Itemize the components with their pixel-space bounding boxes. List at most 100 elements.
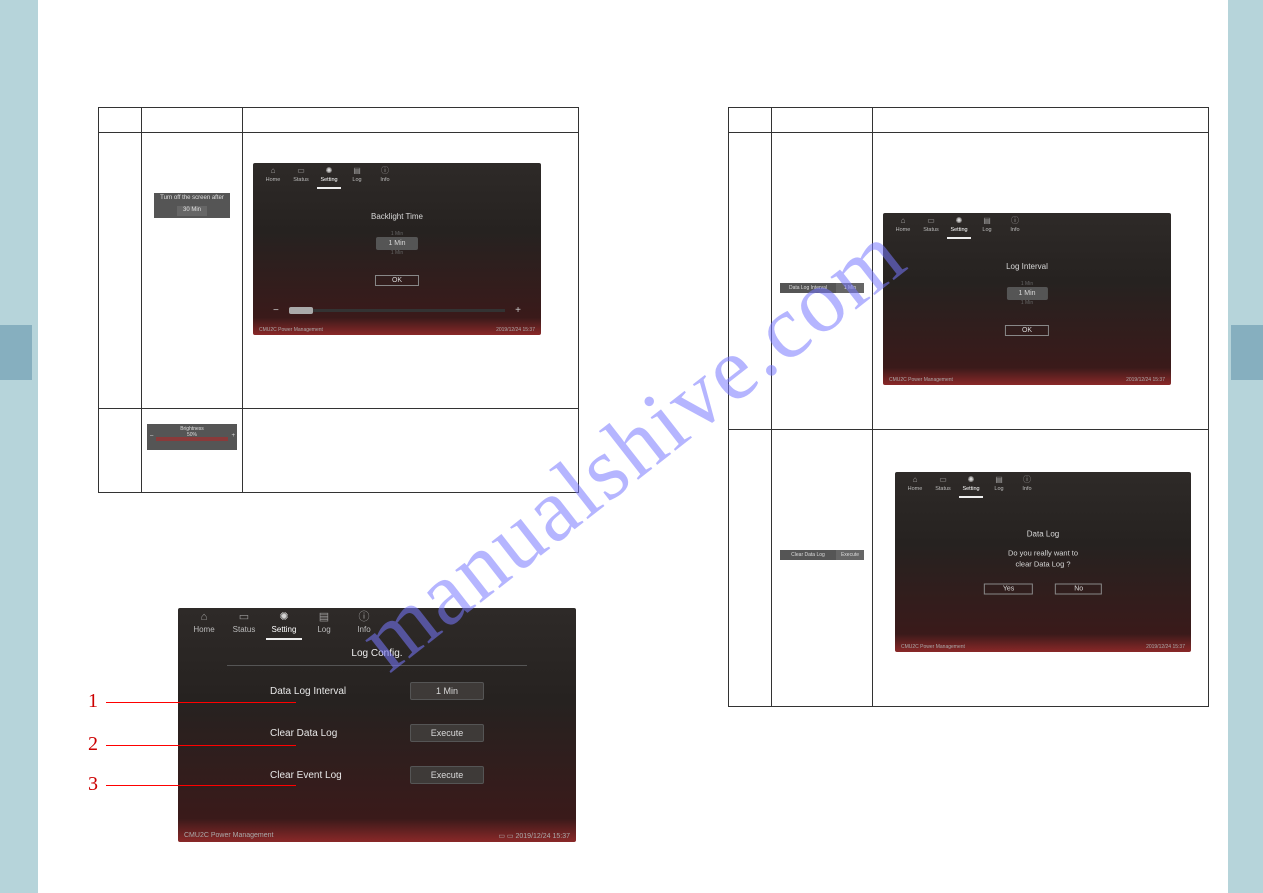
nav-status[interactable]: ▭Status [919,217,943,239]
footer-product: CMU2C Power Management [184,832,273,840]
row-clear-event-log: Clear Event Log Execute [178,766,576,784]
footer-datetime: 2019/12/24 15:37 [1126,377,1165,383]
panel-log-config: ⌂Home ▭Status ✺Setting ▤Log ⓘInfo Log Co… [178,608,576,842]
info-icon: ⓘ [1003,217,1027,225]
home-icon: ⌂ [261,167,285,175]
thumb-clear-data-log-label: Clear Data Log [780,550,836,560]
dialog-title: Backlight Time [371,212,423,221]
status-icon: ▭ [919,217,943,225]
dialog-msg-line2: clear Data Log ? [1015,559,1070,568]
gear-icon: ✺ [266,612,302,623]
plus-icon[interactable]: + [515,305,521,316]
picker-value[interactable]: 1 Min [1006,287,1047,300]
status-icon: ▭ [226,612,262,623]
dialog-msg-line1: Do you really want to [1008,549,1078,558]
thumb-brightness: Brightness 50% [147,424,237,450]
nav-home[interactable]: ⌂Home [903,476,927,498]
thumb-clear-data-log-value: Execute [836,550,864,560]
callout-1: 1 [88,690,98,713]
label-clear-event-log: Clear Event Log [270,770,390,781]
panel-log-interval: ⌂Home ▭Status ✺Setting ▤Log ⓘInfo Log In… [883,213,1171,385]
status-icon: ▭ [931,476,955,484]
thumb-backlight-label: Turn off the screen after [157,195,227,203]
thumb-brightness-slider: 50% [156,437,228,441]
home-icon: ⌂ [186,612,222,623]
minus-icon[interactable]: − [273,305,279,316]
footer-datetime: 2019/12/24 15:37 [1146,644,1185,650]
label-data-log-interval: Data Log Interval [270,686,390,697]
gear-icon: ✺ [947,217,971,225]
label-clear-data-log: Clear Data Log [270,728,390,739]
callout-line-2 [106,745,296,746]
footer-product: CMU2C Power Management [889,377,953,383]
dialog-title: Log Interval [1005,262,1049,271]
thumb-backlight-value: 30 Min [177,206,207,216]
execute-clear-data-log-button[interactable]: Execute [410,724,484,742]
nav-status[interactable]: ▭Status [226,612,262,640]
callout-3: 3 [88,773,98,796]
table-right: Data Log Interval 1 Min ⌂Home ▭Status ✺S… [728,107,1209,707]
nav-log[interactable]: ▤Log [306,612,342,640]
footer-datetime: 2019/12/24 15:37 [496,327,535,333]
nav-setting[interactable]: ✺Setting [947,217,971,239]
page-nav-next[interactable] [1231,325,1263,380]
yes-button[interactable]: Yes [984,584,1033,595]
page-nav-prev[interactable] [0,325,32,380]
ok-button[interactable]: OK [1005,325,1049,336]
nav-status[interactable]: ▭Status [931,476,955,498]
home-icon: ⌂ [903,476,927,484]
log-icon: ▤ [306,612,342,623]
panel-backlight-time: ⌂Home ▭Status ✺Setting ▤Log ⓘInfo Backli… [253,163,541,335]
callout-2: 2 [88,733,98,756]
nav-home[interactable]: ⌂Home [186,612,222,640]
home-icon: ⌂ [891,217,915,225]
nav-log[interactable]: ▤Log [345,167,369,189]
page-right: Data Log Interval 1 Min ⌂Home ▭Status ✺S… [633,0,1228,893]
thumb-log-interval-label: Data Log Interval [780,283,836,293]
nav-info[interactable]: ⓘInfo [346,612,382,640]
log-icon: ▤ [975,217,999,225]
nav-status[interactable]: ▭Status [289,167,313,189]
info-icon: ⓘ [1015,476,1039,484]
execute-clear-event-log-button[interactable]: Execute [410,766,484,784]
nav-info[interactable]: ⓘInfo [1015,476,1039,498]
nav-home[interactable]: ⌂Home [891,217,915,239]
ok-button[interactable]: OK [375,275,419,286]
thumb-log-interval: Data Log Interval 1 Min [780,283,864,293]
gear-icon: ✺ [317,167,341,175]
nav-setting[interactable]: ✺Setting [959,476,983,498]
table-left: Turn off the screen after 30 Min ⌂Home ▭… [98,107,579,493]
info-icon: ⓘ [373,167,397,175]
log-config-title: Log Config. [227,648,527,666]
panel-clear-data-log-confirm: ⌂Home ▭Status ✺Setting ▤Log ⓘInfo Data L… [895,472,1191,652]
nav-info[interactable]: ⓘInfo [1003,217,1027,239]
nav-home[interactable]: ⌂Home [261,167,285,189]
picker-value[interactable]: 1 Min [376,237,417,250]
nav-log[interactable]: ▤Log [975,217,999,239]
no-button[interactable]: No [1055,584,1102,595]
ghost-value-down: 1 Min [371,250,423,256]
row-clear-data-log: Clear Data Log Execute [178,724,576,742]
thumb-clear-data-log: Clear Data Log Execute [780,550,864,560]
page-left: Turn off the screen after 30 Min ⌂Home ▭… [38,0,633,893]
footer-datetime: ▭ ▭ 2019/12/24 15:37 [498,832,570,840]
callout-line-3 [106,785,296,786]
status-icon: ▭ [289,167,313,175]
brightness-slider[interactable]: − + [273,305,521,317]
footer-product: CMU2C Power Management [259,327,323,333]
gear-icon: ✺ [959,476,983,484]
log-icon: ▤ [345,167,369,175]
ghost-value-down: 1 Min [1005,300,1049,306]
thumb-backlight: Turn off the screen after 30 Min [154,193,230,218]
thumb-log-interval-value: 1 Min [836,283,864,293]
footer-product: CMU2C Power Management [901,644,965,650]
nav-info[interactable]: ⓘInfo [373,167,397,189]
nav-log[interactable]: ▤Log [987,476,1011,498]
row-data-log-interval: Data Log Interval 1 Min [178,682,576,700]
info-icon: ⓘ [346,612,382,623]
dialog-title: Data Log [974,530,1112,539]
nav-setting[interactable]: ✺Setting [317,167,341,189]
nav-setting[interactable]: ✺Setting [266,612,302,640]
log-icon: ▤ [987,476,1011,484]
value-data-log-interval[interactable]: 1 Min [410,682,484,700]
